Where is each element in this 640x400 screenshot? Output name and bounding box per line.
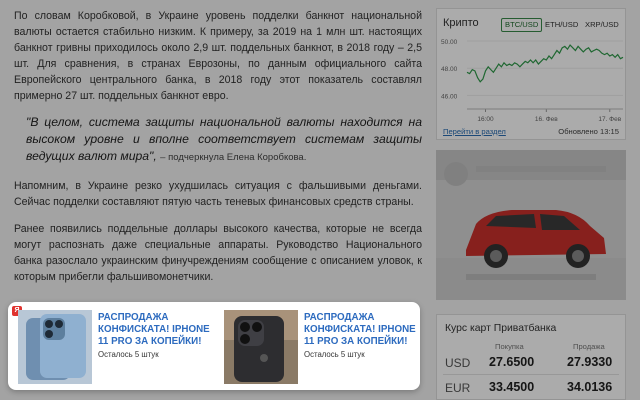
promo-card[interactable]: Распродажа конфиската! iPhone 11 PRO за … [18,310,218,384]
promo-title[interactable]: Распродажа конфиската! iPhone 11 PRO за … [304,312,428,348]
promo-stock-text: Осталось 5 штук [98,350,159,359]
promo-card[interactable]: Распродажа конфиската! iPhone 11 PRO за … [224,310,424,384]
promo-stock-text: Осталось 5 штук [304,350,365,359]
promo-ad-popup: Я Распродажа конфиската! iPhone 11 PRO з… [8,302,420,390]
promo-title[interactable]: Распродажа конфиската! iPhone 11 PRO за … [98,312,222,348]
iphone-blue-image [18,310,92,384]
iphone-black-image [224,310,298,384]
